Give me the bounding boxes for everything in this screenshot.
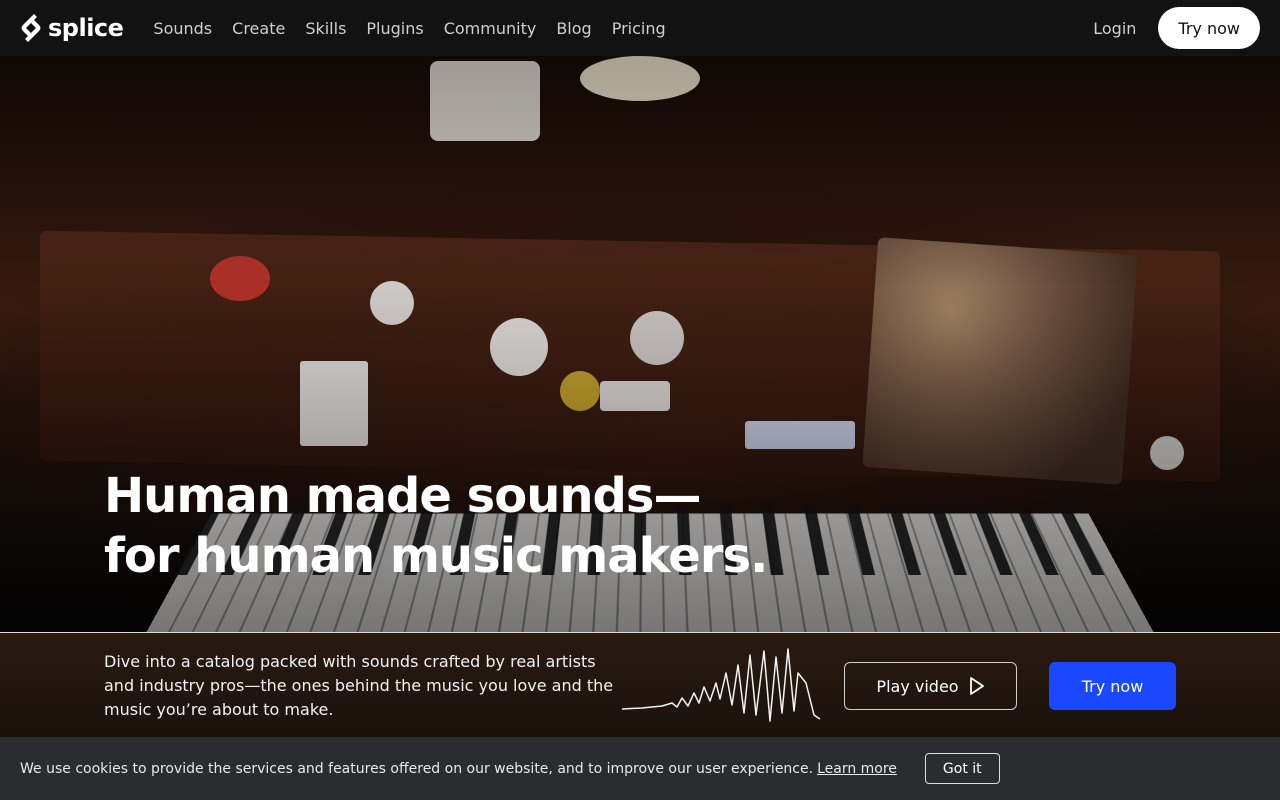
nav-links: Sounds Create Skills Plugins Community B… xyxy=(143,19,675,38)
hero-cta-strip: Dive into a catalog packed with sounds c… xyxy=(0,632,1280,737)
nav-link-skills[interactable]: Skills xyxy=(295,19,356,38)
top-nav: splice Sounds Create Skills Plugins Comm… xyxy=(0,0,1280,56)
nav-try-now-button[interactable]: Try now xyxy=(1158,7,1260,49)
hero-description: Dive into a catalog packed with sounds c… xyxy=(104,652,614,719)
splice-logo-icon xyxy=(21,14,41,42)
nav-actions: Login Try now xyxy=(1093,7,1260,49)
nav-link-blog[interactable]: Blog xyxy=(546,19,601,38)
cookie-got-it-button[interactable]: Got it xyxy=(924,753,1000,784)
hero-try-now-button[interactable]: Try now xyxy=(1049,662,1176,710)
login-link[interactable]: Login xyxy=(1093,19,1136,38)
play-video-button[interactable]: Play video xyxy=(844,662,1017,710)
hero-headline-line2: for human music makers. xyxy=(104,528,768,584)
play-icon xyxy=(969,677,984,695)
play-video-label: Play video xyxy=(876,676,959,696)
cookie-banner: We use cookies to provide the services a… xyxy=(0,737,1280,800)
nav-link-create[interactable]: Create xyxy=(222,19,295,38)
brand-name: splice xyxy=(48,14,124,42)
splice-logo[interactable]: splice xyxy=(20,13,124,43)
nav-link-pricing[interactable]: Pricing xyxy=(602,19,676,38)
nav-link-sounds[interactable]: Sounds xyxy=(143,19,222,38)
nav-link-community[interactable]: Community xyxy=(434,19,547,38)
hero-headline-line1: Human made sounds— xyxy=(104,468,701,524)
cookie-learn-more-link[interactable]: Learn more xyxy=(817,761,897,777)
hero-headline: Human made sounds— for human music maker… xyxy=(104,466,768,586)
cookie-text: We use cookies to provide the services a… xyxy=(20,760,814,777)
waveform-icon xyxy=(622,648,821,722)
nav-link-plugins[interactable]: Plugins xyxy=(356,19,433,38)
hero-video-background: Human made sounds— for human music maker… xyxy=(0,56,1280,632)
